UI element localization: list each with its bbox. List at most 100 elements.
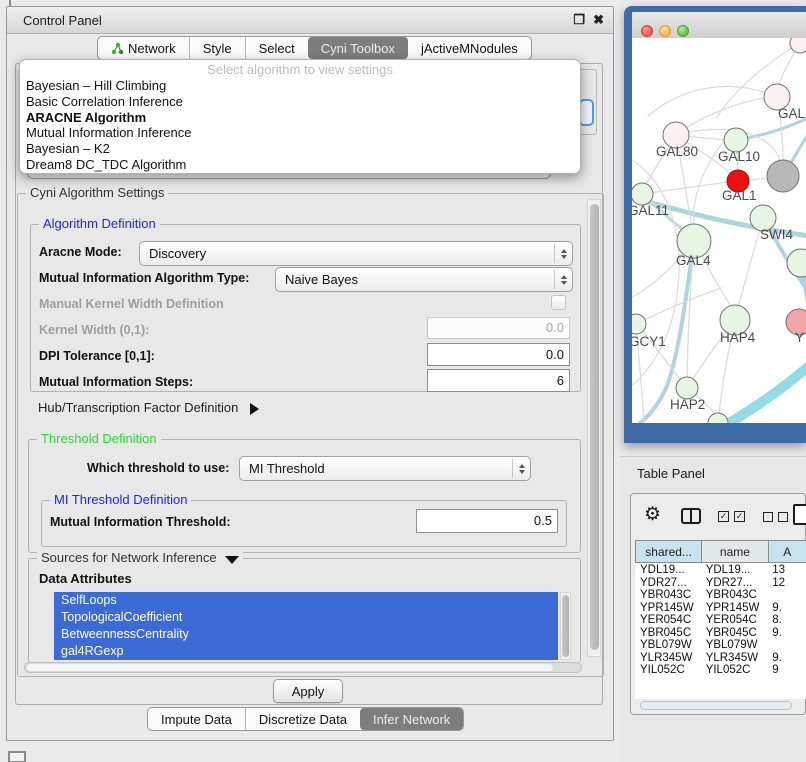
deselect-checkbox-icon[interactable] (763, 512, 773, 522)
node-label-y: Y (795, 330, 804, 345)
tab-cyni-toolbox[interactable]: Cyni Toolbox (308, 37, 408, 59)
tab-infer-network[interactable]: Infer Network (360, 708, 463, 730)
data-attributes-listbox[interactable]: SelfLoopsTopologicalCoefficientBetweenne… (54, 592, 558, 660)
settings-vertical-scrollbar[interactable] (587, 199, 601, 657)
settings-vertical-scrollbar-thumb[interactable] (590, 204, 599, 650)
network-window-frame[interactable]: GALGAL80GAL10GAL1GAL11SWI4GAL4GCY1HAP4YH… (624, 6, 806, 443)
table-row[interactable]: YPR145WYPR145W9. (635, 602, 806, 615)
cell: YDR27... (635, 577, 702, 590)
select-all-checkbox-icon[interactable]: ✓ (734, 511, 745, 522)
tab-network[interactable]: Network (98, 37, 189, 59)
attribute-item-selfloops[interactable]: SelfLoops (54, 592, 558, 609)
apply-button[interactable]: Apply (273, 679, 343, 703)
cell: 13 (768, 564, 806, 577)
cell: YPR145W (702, 602, 769, 615)
algorithm-option-bayesian-k2[interactable]: Bayesian – K2 (21, 141, 579, 157)
cell: 9. (768, 627, 806, 640)
network-node-gal11[interactable] (632, 183, 653, 205)
algorithm-option-mutual-information-inference[interactable]: Mutual Information Inference (21, 125, 579, 141)
aracne-mode-combobox[interactable]: Discovery (139, 241, 573, 266)
minimized-panel-icon[interactable] (8, 751, 26, 762)
mi-threshold-label: Mutual Information Threshold: (50, 515, 231, 529)
network-canvas[interactable]: GALGAL80GAL10GAL1GAL11SWI4GAL4GCY1HAP4YH… (632, 38, 806, 423)
algorithm-option-aracne-algorithm[interactable]: ARACNE Algorithm (21, 110, 579, 126)
cell: 9. (768, 652, 806, 665)
zoom-traffic-light-icon[interactable] (677, 25, 689, 37)
new-table-icon[interactable] (793, 504, 806, 525)
columns-icon[interactable] (681, 508, 701, 524)
algorithm-option-dream8-dc-tdc-algorithm[interactable]: Dream8 DC_TDC Algorithm (21, 157, 579, 173)
kernel-width-field[interactable]: 0.0 (427, 317, 570, 339)
float-window-icon[interactable]: ❐ (573, 12, 585, 28)
mi-steps-label: Mutual Information Steps: (39, 375, 193, 389)
minimize-traffic-light-icon[interactable] (659, 25, 671, 37)
control-panel-window: Control Panel ❐ ✖ NetworkStyleSelectCyni… (6, 6, 614, 741)
table-row[interactable]: YDR27...YDR27...12 (635, 577, 806, 590)
which-threshold-combobox[interactable]: MI Threshold (239, 456, 531, 481)
dpi-tolerance-field[interactable]: 0.0 (427, 343, 570, 366)
table-row[interactable]: YBL079WYBL079W (635, 639, 806, 652)
table-row[interactable]: YLR345WYLR345W9. (635, 652, 806, 665)
tab-label: Infer Network (373, 712, 450, 727)
gear-icon[interactable]: ⚙ (644, 505, 661, 524)
table-row[interactable]: YER054CYER054C8. (635, 614, 806, 627)
attribute-item-topologicalcoefficient[interactable]: TopologicalCoefficient (54, 609, 558, 626)
attribute-item-betweennesscentrality[interactable]: BetweennessCentrality (54, 626, 558, 643)
hub-definition-toggle[interactable]: Hub/Transcription Factor Definition (38, 400, 265, 415)
network-node[interactable] (767, 160, 799, 192)
table-row[interactable]: YBR043CYBR043C (635, 589, 806, 602)
close-icon[interactable]: ✖ (593, 12, 604, 28)
settings-horizontal-scrollbar-thumb[interactable] (27, 664, 553, 671)
network-node-hap2[interactable] (676, 377, 698, 399)
tab-jactivemnodules[interactable]: jActiveMNodules (408, 37, 531, 59)
cell: YBR045C (635, 627, 702, 640)
expanded-arrow-icon[interactable] (225, 556, 239, 571)
table-row[interactable]: YBR045CYBR045C9. (635, 627, 806, 640)
mi-type-combobox[interactable]: Naive Bayes (275, 267, 573, 292)
table-horizontal-scrollbar[interactable] (640, 701, 792, 710)
column-header-name[interactable]: name (702, 541, 768, 562)
mi-steps-field[interactable]: 6 (427, 369, 570, 392)
node-label-gal4: GAL4 (676, 253, 711, 268)
algorithm-option-basic-correlation-inference[interactable]: Basic Correlation Inference (21, 94, 579, 110)
column-header-shared[interactable]: shared... (636, 541, 702, 562)
close-traffic-light-icon[interactable] (641, 25, 653, 37)
network-edge[interactable] (710, 360, 806, 423)
tab-impute-data[interactable]: Impute Data (148, 708, 245, 730)
attribute-item-gal4rgexp[interactable]: gal4RGexp (54, 643, 558, 660)
mi-threshold-field[interactable]: 0.5 (416, 509, 558, 533)
mi-type-label: Mutual Information Algorithm Type: (39, 271, 249, 285)
control-panel-title: Control Panel (23, 13, 102, 28)
algorithm-option-bayesian-hill-climbing[interactable]: Bayesian – Hill Climbing (21, 78, 579, 94)
manual-kernel-checkbox[interactable] (551, 295, 566, 310)
threshold-definition-legend: Threshold Definition (37, 431, 161, 446)
tab-discretize-data[interactable]: Discretize Data (245, 708, 360, 730)
network-edge[interactable] (636, 288, 721, 324)
focused-combo-fragment (579, 99, 594, 126)
combo-arrows-icon (554, 244, 572, 263)
deselect-checkbox-icon[interactable] (778, 512, 788, 522)
control-panel-titlebar[interactable]: Control Panel ❐ ✖ (7, 7, 613, 34)
node-label-gal80: GAL80 (656, 144, 698, 159)
select-all-checkbox-icon[interactable]: ✓ (718, 511, 729, 522)
network-node[interactable] (787, 249, 806, 277)
network-node[interactable] (708, 413, 728, 423)
table-row[interactable]: YDL19...YDL19...13 (635, 564, 806, 577)
network-edge[interactable] (648, 86, 777, 116)
network-node-gcy1[interactable] (632, 314, 646, 334)
collapsed-arrow-icon (250, 403, 265, 415)
column-header-a[interactable]: A (769, 541, 806, 562)
settings-horizontal-scrollbar[interactable] (24, 662, 582, 673)
tab-style[interactable]: Style (189, 37, 245, 59)
attributes-scrollbar-thumb[interactable] (562, 595, 569, 657)
network-window-titlebar[interactable] (632, 12, 806, 39)
cell: YDR27... (702, 577, 769, 590)
sources-legend: Sources for Network Inference (37, 550, 243, 571)
network-node[interactable] (790, 38, 806, 53)
node-label-gal11: GAL11 (632, 203, 669, 218)
combo-arrows-icon (512, 459, 530, 478)
table-row[interactable]: YIL052CYIL052C9 (635, 664, 806, 674)
dpi-tolerance-label: DPI Tolerance [0,1]: (39, 349, 155, 363)
tab-select[interactable]: Select (245, 37, 308, 59)
attributes-scrollbar[interactable] (560, 592, 571, 660)
